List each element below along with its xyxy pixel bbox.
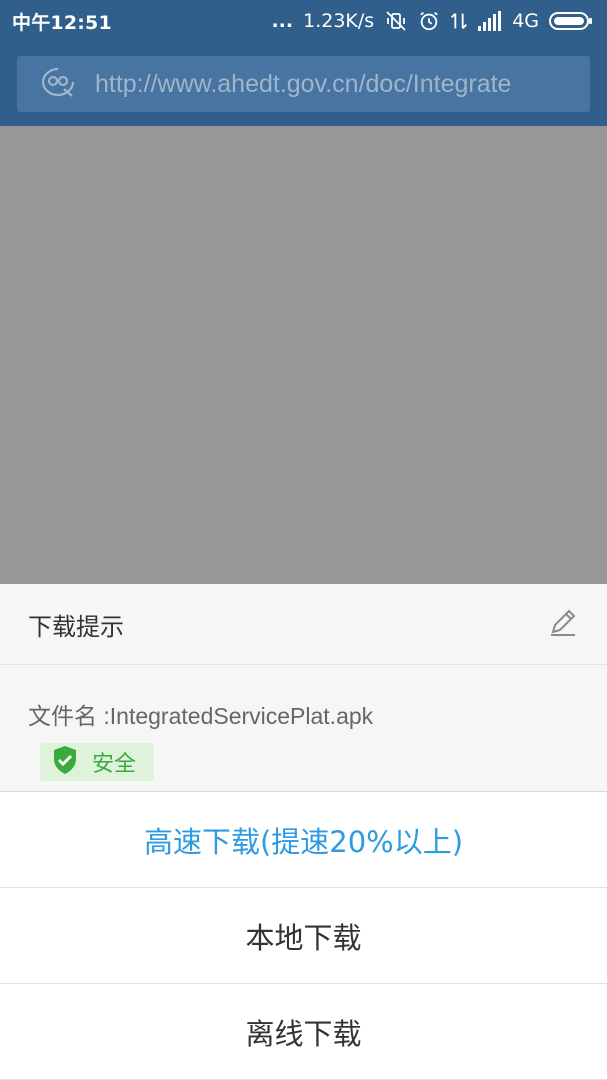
offline-download-button[interactable]: 离线下载 — [0, 984, 607, 1080]
data-transfer-icon — [450, 10, 468, 32]
signal-icon — [478, 11, 502, 31]
shield-check-icon — [52, 745, 78, 779]
fast-download-button[interactable]: 高速下载(提速20%以上) — [0, 792, 607, 888]
url-bar[interactable]: http://www.ahedt.gov.cn/doc/Integrate — [17, 56, 590, 112]
dialog-header: 下载提示 — [0, 584, 607, 665]
safety-badge: 安全 — [40, 743, 154, 781]
dialog-title: 下载提示 — [28, 612, 124, 641]
url-text: http://www.ahedt.gov.cn/doc/Integrate — [95, 69, 512, 98]
status-time: 中午12:51 — [12, 11, 112, 34]
local-download-button[interactable]: 本地下载 — [0, 888, 607, 984]
edit-pencil-icon[interactable] — [547, 606, 579, 642]
battery-icon — [549, 11, 593, 31]
incognito-mask-icon — [39, 65, 77, 103]
browser-toolbar: http://www.ahedt.gov.cn/doc/Integrate — [0, 42, 607, 126]
status-icons: ... 1.23K/s 4G — [271, 9, 593, 33]
status-bar: 中午12:51 ... 1.23K/s 4G — [0, 0, 607, 42]
page-content-overlay[interactable] — [0, 126, 607, 584]
safety-label: 安全 — [92, 752, 137, 777]
network-speed: 1.23K/s — [303, 10, 375, 32]
network-type: 4G — [512, 10, 539, 32]
download-dialog: 下载提示 文件名 :IntegratedServicePlat.apk 安全 高… — [0, 584, 607, 1080]
alarm-icon — [418, 10, 440, 32]
vibrate-off-icon — [384, 9, 408, 33]
file-info: 文件名 :IntegratedServicePlat.apk 安全 — [0, 665, 607, 792]
more-dots: ... — [271, 10, 294, 32]
file-name: 文件名 :IntegratedServicePlat.apk — [28, 703, 374, 729]
